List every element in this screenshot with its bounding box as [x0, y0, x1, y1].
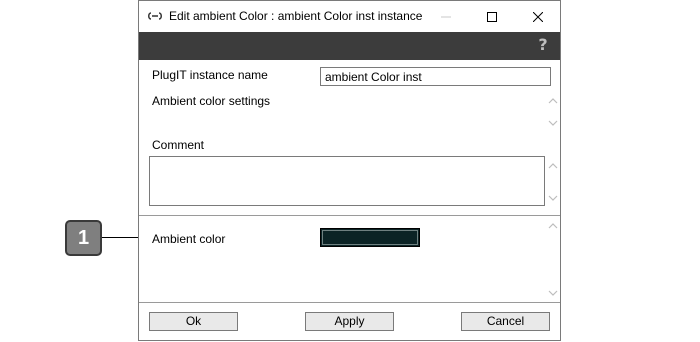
scroll-up-icon[interactable]: [546, 220, 560, 232]
ambient-color-label: Ambient color: [152, 232, 226, 246]
maximize-button[interactable]: [469, 1, 515, 32]
buttons-separator: [139, 302, 560, 303]
link-icon: [148, 12, 162, 20]
ambient-scrollbar[interactable]: [546, 218, 560, 300]
title-bar[interactable]: Edit ambient Color : ambient Color inst …: [139, 1, 560, 32]
comment-scrollbar[interactable]: [546, 156, 560, 206]
settings-scrollbar[interactable]: [546, 93, 560, 131]
close-icon: [533, 11, 543, 22]
callout-badge: 1: [65, 220, 102, 256]
scroll-up-icon[interactable]: [546, 160, 560, 172]
apply-button[interactable]: Apply: [305, 312, 394, 331]
minimize-button[interactable]: [423, 1, 469, 32]
settings-label: Ambient color settings: [152, 94, 271, 108]
ambient-color-swatch[interactable]: [320, 228, 420, 247]
instance-name-label: PlugIT instance name: [152, 68, 268, 82]
scroll-up-icon[interactable]: [546, 95, 560, 107]
comment-textarea[interactable]: [149, 156, 545, 206]
scroll-down-icon[interactable]: [546, 192, 560, 204]
comment-label: Comment: [152, 138, 205, 152]
maximize-icon: [487, 11, 497, 22]
ambient-color-swatch-inner: [322, 230, 418, 245]
toolbar: ?: [139, 32, 560, 60]
help-icon[interactable]: ?: [536, 36, 550, 54]
dialog-window: Edit ambient Color : ambient Color inst …: [138, 0, 561, 341]
scroll-down-icon[interactable]: [546, 287, 560, 299]
scroll-down-icon[interactable]: [546, 117, 560, 129]
close-button[interactable]: [515, 1, 561, 32]
window-title: Edit ambient Color : ambient Color inst …: [169, 9, 423, 23]
instance-name-input[interactable]: [320, 67, 551, 86]
section-separator: [139, 215, 560, 216]
cancel-button[interactable]: Cancel: [461, 312, 550, 331]
ok-button[interactable]: Ok: [149, 312, 238, 331]
minimize-icon: [441, 16, 451, 17]
